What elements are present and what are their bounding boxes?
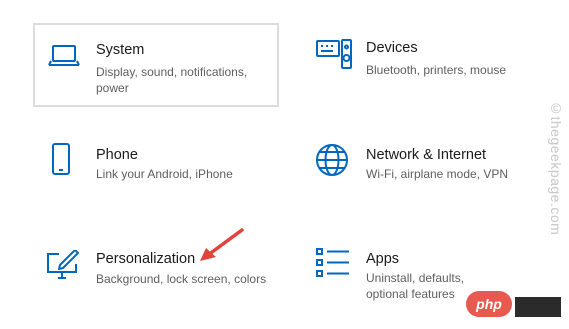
tile-title: Personalization: [96, 251, 196, 267]
annotation-arrow: [200, 228, 244, 261]
tile-description: Link your Android, iPhone: [96, 167, 233, 181]
settings-tile-system[interactable]: System Display, sound, notifications, po…: [33, 23, 279, 107]
app-list-icon: [316, 247, 350, 284]
php-badge: php: [466, 291, 512, 317]
settings-tile-network[interactable]: Network & Internet Wi-Fi, airplane mode,…: [305, 134, 545, 204]
phone-icon: [50, 142, 72, 181]
tile-description: Background, lock screen, colors: [96, 272, 267, 286]
settings-tile-devices[interactable]: Devices Bluetooth, printers, mouse: [305, 23, 545, 107]
settings-tile-phone[interactable]: Phone Link your Android, iPhone: [33, 134, 279, 204]
tile-title: Network & Internet: [366, 147, 487, 163]
tile-title: Phone: [96, 147, 138, 163]
tile-description: Bluetooth, printers, mouse: [366, 63, 507, 77]
globe-icon: [315, 143, 349, 182]
tile-title: Devices: [366, 40, 418, 56]
tile-description: Wi-Fi, airplane mode, VPN: [366, 167, 509, 181]
tile-title: Apps: [366, 251, 400, 267]
keyboard-speaker-icon: [316, 38, 352, 75]
tile-title: System: [96, 42, 145, 58]
watermark-text: ©thegeekpage.com: [548, 100, 564, 236]
tile-description: Display, sound, notifications, power: [96, 65, 248, 95]
overlay-bar: [515, 297, 561, 317]
monitor-pen-icon: [45, 249, 81, 285]
laptop-icon: [47, 43, 81, 74]
